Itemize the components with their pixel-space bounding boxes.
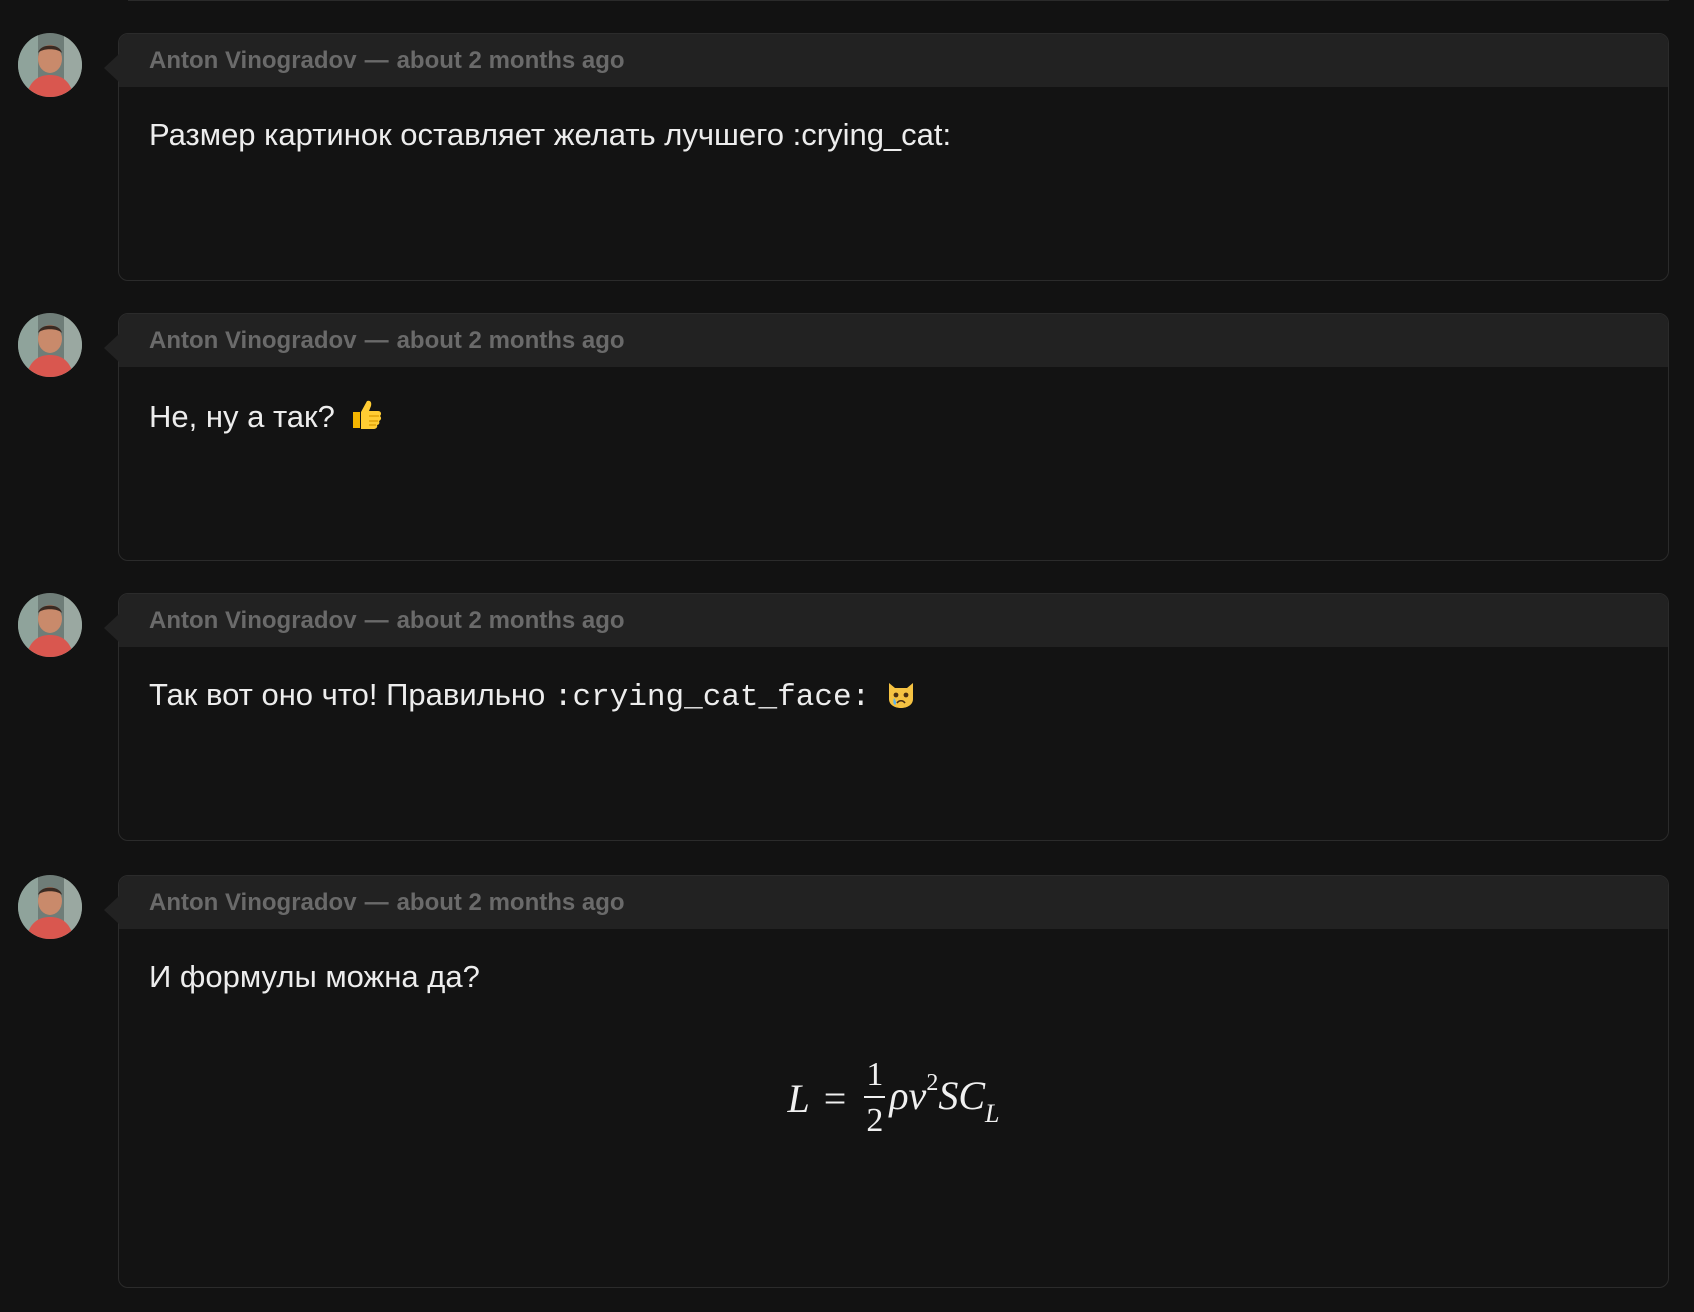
fraction-denominator: 2 bbox=[866, 1102, 884, 1139]
comment-text: Не, ну а так? bbox=[149, 399, 335, 434]
thumbs-up-icon bbox=[349, 397, 383, 439]
comment-meta: Anton Vinogradov — about 2 months ago bbox=[119, 876, 1668, 929]
formula-sc: SC bbox=[938, 1072, 985, 1118]
comment-timestamp[interactable]: about 2 months ago bbox=[397, 607, 625, 635]
comment-meta: Anton Vinogradov — about 2 months ago bbox=[119, 594, 1668, 647]
fraction-numerator: 1 bbox=[866, 1056, 884, 1093]
avatar[interactable] bbox=[18, 313, 82, 377]
formula-rhs: ρv2SCL bbox=[889, 1070, 1000, 1128]
comment-meta: Anton Vinogradov — about 2 months ago bbox=[119, 34, 1668, 87]
comment-card: Anton Vinogradov — about 2 months ago И … bbox=[104, 875, 1669, 1288]
author-name[interactable]: Anton Vinogradov bbox=[149, 889, 357, 917]
comment-timestamp[interactable]: about 2 months ago bbox=[397, 327, 625, 355]
inline-code: :crying_cat_face: bbox=[553, 680, 871, 715]
formula-lhs: L bbox=[787, 1075, 810, 1121]
formula-equals: = bbox=[823, 1075, 847, 1121]
meta-separator: — bbox=[364, 888, 389, 916]
comment-timestamp[interactable]: about 2 months ago bbox=[397, 47, 625, 75]
author-name[interactable]: Anton Vinogradov bbox=[149, 607, 357, 635]
formula-v: v bbox=[908, 1072, 927, 1118]
author-name[interactable]: Anton Vinogradov bbox=[149, 327, 357, 355]
avatar[interactable] bbox=[18, 33, 82, 97]
formula-rho: ρ bbox=[889, 1072, 909, 1118]
comment-card: Anton Vinogradov — about 2 months ago Не… bbox=[104, 313, 1669, 561]
crying-cat-face-icon bbox=[885, 677, 917, 717]
comment-card: Anton Vinogradov — about 2 months ago Ра… bbox=[104, 33, 1669, 281]
comment-timestamp[interactable]: about 2 months ago bbox=[397, 889, 625, 917]
avatar[interactable] bbox=[18, 875, 82, 939]
comment-body: Размер картинок оставляет желать лучшего… bbox=[119, 87, 1668, 153]
comment-meta: Anton Vinogradov — about 2 months ago bbox=[119, 314, 1668, 367]
previous-card-edge bbox=[128, 0, 1669, 1]
meta-separator: — bbox=[364, 606, 389, 634]
comment-text: Размер картинок оставляет желать лучшего… bbox=[149, 117, 952, 152]
comment-text: И формулы можна да? bbox=[149, 959, 480, 994]
comment-body: Не, ну а так? bbox=[119, 367, 1668, 439]
math-formula: L = 1 2 ρv2SCL bbox=[119, 1058, 1668, 1138]
meta-separator: — bbox=[364, 326, 389, 354]
comment-card: Anton Vinogradov — about 2 months ago Та… bbox=[104, 593, 1669, 841]
formula-fraction: 1 2 bbox=[864, 1056, 886, 1139]
avatar[interactable] bbox=[18, 593, 82, 657]
comment-body: Так вот оно что! Правильно :crying_cat_f… bbox=[119, 647, 1668, 717]
meta-separator: — bbox=[364, 46, 389, 74]
comment-body: И формулы можна да? bbox=[119, 929, 1668, 995]
formula-subscript: L bbox=[985, 1098, 1000, 1128]
author-name[interactable]: Anton Vinogradov bbox=[149, 47, 357, 75]
formula-exponent: 2 bbox=[926, 1070, 939, 1097]
comment-text: Так вот оно что! Правильно bbox=[149, 677, 546, 712]
